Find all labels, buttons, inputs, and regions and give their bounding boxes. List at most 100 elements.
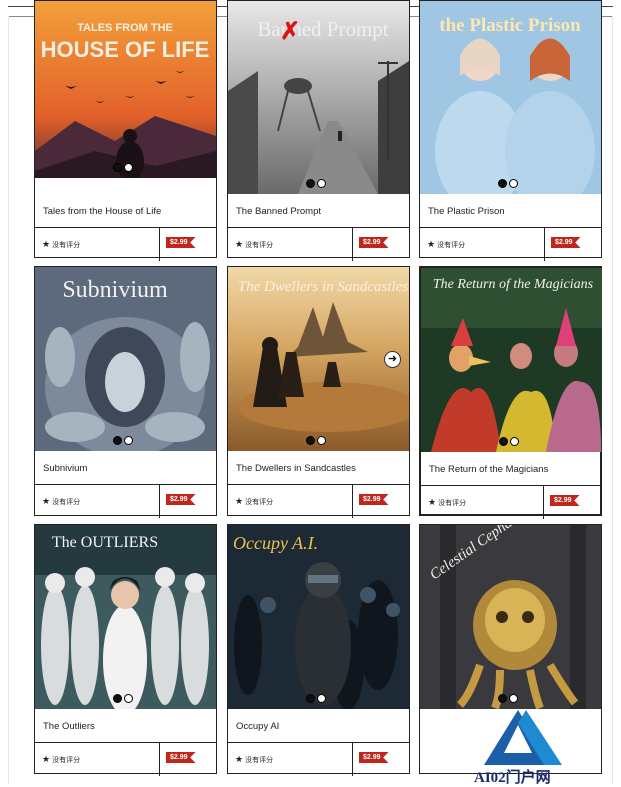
product-title[interactable]: The Return of the Magicians (429, 464, 548, 475)
rating: ★ 没有评分 (235, 754, 273, 765)
product-image[interactable]: Celestial Cephalopods (420, 525, 601, 709)
carousel-dot[interactable] (509, 179, 518, 188)
price-tag: $2.99 (166, 752, 196, 763)
carousel-dot[interactable] (510, 437, 519, 446)
carousel-dot-active[interactable] (113, 163, 122, 172)
price-cell: $2.99 (544, 228, 601, 261)
product-card[interactable]: Occupy A.I. Occupy AI ★ 没有评分 $2.99 (227, 524, 410, 776)
rating-text: 没有评分 (245, 242, 274, 249)
rating: ★ 没有评分 (42, 239, 80, 250)
art-title-line2: HOUSE OF LIFE (41, 37, 210, 62)
product-card[interactable]: Subnivium Subnivium ★ 没有评分 $2.99 (34, 266, 217, 518)
arrow-right-icon: ➜ (387, 353, 398, 365)
art-title-line1: TALES FROM THE (77, 22, 173, 34)
carousel-dot[interactable] (317, 694, 326, 703)
product-image[interactable]: The Return of the Magicians (421, 268, 602, 452)
product-image[interactable]: The OUTLIERS (35, 525, 216, 709)
product-title[interactable]: The Outliers (43, 721, 95, 732)
carousel-dot[interactable] (317, 179, 326, 188)
art-title: The Dwellers in Sandcastles (238, 279, 409, 295)
star-icon: ★ (42, 496, 51, 506)
art-title: The OUTLIERS (52, 534, 158, 551)
rating-text: 没有评分 (245, 499, 274, 506)
carousel-dots[interactable] (113, 163, 133, 172)
product-title[interactable]: Occupy AI (236, 721, 279, 732)
carousel-dot[interactable] (124, 694, 133, 703)
carousel-dot[interactable] (124, 163, 133, 172)
star-icon: ★ (235, 496, 244, 506)
price-tag: $2.99 (166, 494, 196, 505)
product-image[interactable]: The Dwellers in Sandcastles ➜ (228, 267, 409, 451)
product-card[interactable]: TALES FROM THE HOUSE OF LIFE Tales from … (34, 0, 217, 261)
product-card[interactable]: the Plastic Prison The Plastic Prison ★ 没… (419, 0, 602, 261)
carousel-dots[interactable] (306, 179, 326, 188)
price-cell: $2.99 (159, 228, 216, 261)
carousel-dot-active[interactable] (306, 694, 315, 703)
carousel-dots[interactable] (306, 436, 326, 445)
price-tag: $2.99 (359, 237, 389, 248)
product-image[interactable]: Occupy A.I. (228, 525, 409, 709)
price-tag: $2.99 (166, 237, 196, 248)
product-title[interactable]: Subnivium (43, 463, 87, 474)
carousel-dots[interactable] (498, 694, 518, 703)
product-footer: ★ 没有评分 $2.99 (420, 227, 601, 261)
price-cell: $2.99 (543, 486, 600, 519)
carousel-dots[interactable] (113, 436, 133, 445)
product-footer: ★ 没有评分 $2.99 (35, 227, 216, 261)
rating: ★ 没有评分 (428, 497, 466, 508)
rating-text: 没有评分 (245, 757, 274, 764)
cross-mark: ✗ (280, 18, 300, 45)
product-card[interactable]: The Return of the Magicians The Return o… (419, 266, 602, 519)
carousel-dot-active[interactable] (306, 179, 315, 188)
carousel-dot-active[interactable] (498, 694, 507, 703)
product-title[interactable]: The Dwellers in Sandcastles (236, 463, 356, 474)
price-tag: $2.99 (550, 495, 580, 506)
product-image[interactable]: the Plastic Prison (420, 1, 601, 194)
star-icon: ★ (235, 239, 244, 249)
carousel-dots[interactable] (498, 179, 518, 188)
carousel-dot[interactable] (509, 694, 518, 703)
rating-text: 没有评分 (52, 499, 81, 506)
next-arrow-button[interactable]: ➜ (384, 351, 401, 368)
price-tag: $2.99 (551, 237, 581, 248)
product-title[interactable]: The Banned Prompt (236, 206, 321, 217)
rating: ★ 没有评分 (427, 239, 465, 250)
carousel-dot-active[interactable] (113, 694, 122, 703)
product-footer: ★ 没有评分 $2.99 (228, 742, 409, 776)
rating-text: 没有评分 (52, 757, 81, 764)
star-icon: ★ (42, 239, 51, 249)
carousel-dot-active[interactable] (113, 436, 122, 445)
product-image[interactable]: Banned Prompt ✗ the (228, 1, 409, 194)
art-title: the Plastic Prison (439, 15, 581, 36)
art-title: Occupy A.I. (233, 533, 318, 553)
carousel-dot[interactable] (124, 436, 133, 445)
product-card[interactable]: Banned Prompt ✗ the The Banned Prompt ★ 没… (227, 0, 410, 261)
price-tag: $2.99 (359, 752, 389, 763)
carousel-dot[interactable] (317, 436, 326, 445)
product-card[interactable]: The Dwellers in Sandcastles ➜ The Dwelle… (227, 266, 410, 518)
product-footer: ★ 没有评分 $2.99 (228, 484, 409, 518)
rating: ★ 没有评分 (42, 496, 80, 507)
carousel-dot-active[interactable] (499, 437, 508, 446)
star-icon: ★ (42, 754, 51, 764)
rating: ★ 没有评分 (42, 754, 80, 765)
carousel-dot-active[interactable] (306, 436, 315, 445)
art-title: Subnivium (62, 277, 168, 303)
product-image[interactable]: Subnivium (35, 267, 216, 451)
rating-text: 没有评分 (437, 242, 466, 249)
rating-text: 没有评分 (438, 500, 467, 507)
carousel-dots[interactable] (113, 694, 133, 703)
product-card[interactable]: The OUTLIERS The Outliers ★ 没有评分 $2.99 (34, 524, 217, 776)
price-cell: $2.99 (352, 228, 409, 261)
rating: ★ 没有评分 (235, 239, 273, 250)
carousel-dot-active[interactable] (498, 179, 507, 188)
product-footer: ★ 没有评分 $2.99 (421, 485, 600, 519)
product-title[interactable]: The Plastic Prison (428, 206, 505, 217)
product-title[interactable]: Tales from the House of Life (43, 206, 161, 217)
product-footer: ★ 没有评分 $2.99 (228, 227, 409, 261)
carousel-dots[interactable] (499, 437, 519, 446)
carousel-dots[interactable] (306, 694, 326, 703)
price-cell: $2.99 (159, 743, 216, 776)
product-footer: ★ 没有评分 $2.99 (35, 742, 216, 776)
product-image[interactable]: TALES FROM THE HOUSE OF LIFE (35, 1, 216, 178)
